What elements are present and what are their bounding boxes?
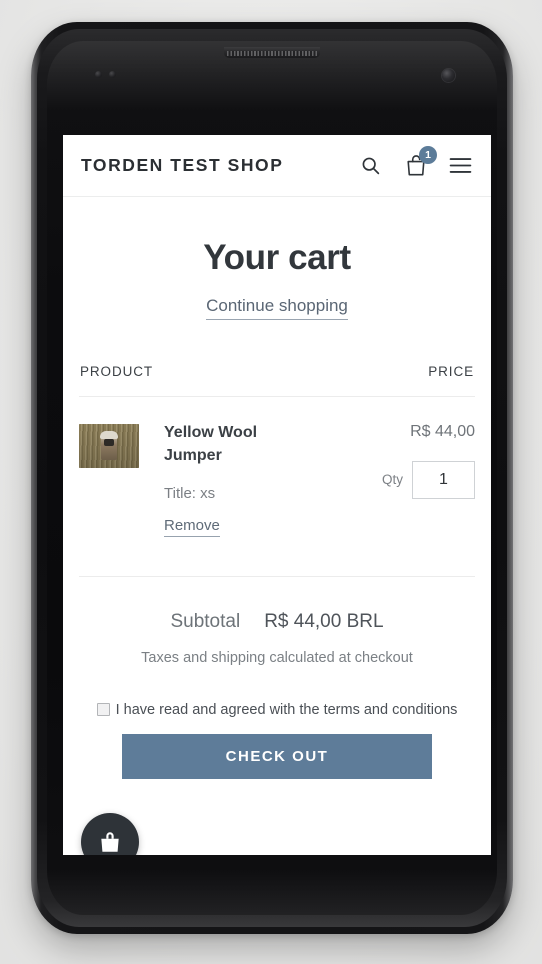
sensor-dot-icon xyxy=(109,71,116,78)
scene-backdrop: TORDEN TEST SHOP 1 Your cart Continue sh… xyxy=(0,0,542,964)
quantity-input[interactable] xyxy=(412,460,475,499)
remove-item-link[interactable]: Remove xyxy=(164,517,220,537)
product-image-hat xyxy=(100,430,118,439)
phone-device-frame: TORDEN TEST SHOP 1 Your cart Continue sh… xyxy=(31,22,513,934)
earpiece-speaker-grille xyxy=(224,47,320,58)
product-price-qty: R$ 44,00 Qty xyxy=(382,421,475,537)
search-icon[interactable] xyxy=(358,153,383,178)
terms-label: I have read and agreed with the terms an… xyxy=(115,701,458,718)
page-title: Your cart xyxy=(203,238,351,277)
product-price: R$ 44,00 xyxy=(410,422,475,440)
phone-inner-bezel: TORDEN TEST SHOP 1 Your cart Continue sh… xyxy=(37,29,507,927)
product-variant: Title: xs xyxy=(164,484,216,502)
product-thumbnail[interactable] xyxy=(79,423,139,468)
terms-agreement-row: I have read and agreed with the terms an… xyxy=(79,700,475,721)
cart-table-header: PRODUCT PRICE xyxy=(79,364,475,379)
site-header: TORDEN TEST SHOP 1 xyxy=(63,135,491,197)
bezel-gloss-bottom xyxy=(47,869,497,915)
tax-shipping-note: Taxes and shipping calculated at checkou… xyxy=(141,649,413,666)
product-name[interactable]: Yellow Wool Jumper xyxy=(164,421,294,467)
sensor-dot-icon xyxy=(95,71,102,78)
shopping-bag-widget-icon xyxy=(101,832,119,852)
subtotal-value: R$ 44,00 BRL xyxy=(264,610,384,632)
hamburger-menu-icon[interactable] xyxy=(448,153,473,178)
terms-checkbox[interactable] xyxy=(96,702,110,716)
cart-icon[interactable]: 1 xyxy=(403,146,437,178)
quantity-label: Qty xyxy=(381,472,403,487)
cart-page: Your cart Continue shopping PRODUCT PRIC… xyxy=(63,238,491,780)
checkout-button[interactable]: CHECK OUT xyxy=(122,734,432,780)
subtotal-label: Subtotal xyxy=(170,610,241,632)
continue-shopping-wrap: Continue shopping xyxy=(79,296,475,320)
cart-totals: Subtotal R$ 44,00 BRL Taxes and shipping… xyxy=(79,577,475,780)
cart-count-badge: 1 xyxy=(419,146,437,164)
phone-front-face: TORDEN TEST SHOP 1 Your cart Continue sh… xyxy=(47,41,497,915)
product-details: Yellow Wool Jumper Title: xs Remove xyxy=(139,421,382,537)
subtotal-row: Subtotal R$ 44,00 BRL xyxy=(79,611,475,633)
front-camera-icon xyxy=(442,69,455,82)
continue-shopping-link[interactable]: Continue shopping xyxy=(206,296,348,320)
column-header-product: PRODUCT xyxy=(80,363,154,379)
phone-screen-viewport: TORDEN TEST SHOP 1 Your cart Continue sh… xyxy=(63,135,491,855)
quantity-row: Qty xyxy=(381,460,475,499)
shop-name-title[interactable]: TORDEN TEST SHOP xyxy=(81,155,283,176)
product-image-camera xyxy=(104,439,114,447)
chat-widget-button[interactable] xyxy=(81,813,139,855)
column-header-price: PRICE xyxy=(428,363,474,379)
cart-line-item: Yellow Wool Jumper Title: xs Remove R$ 4… xyxy=(79,397,475,559)
header-icon-group: 1 xyxy=(358,146,473,178)
